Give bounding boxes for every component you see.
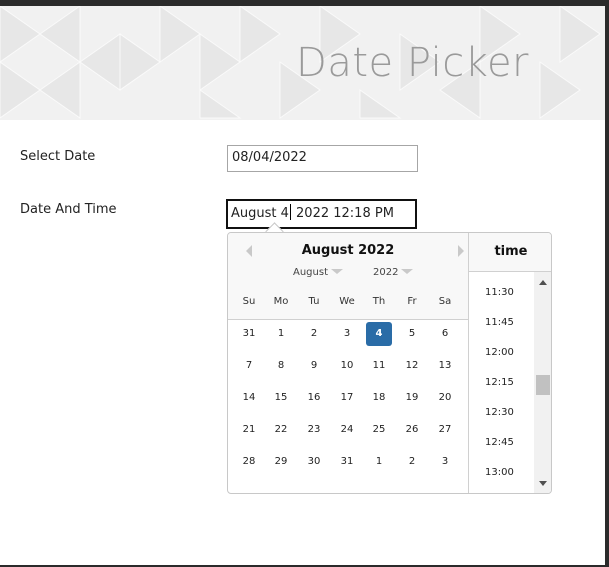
time-option[interactable]: 12:30 (485, 407, 514, 418)
calendar-day[interactable]: 18 (366, 386, 392, 410)
calendar-day[interactable]: 11 (366, 354, 392, 378)
calendar-day[interactable]: 31 (334, 450, 360, 474)
weekday-header: Mo (273, 296, 289, 307)
time-scrollbar[interactable] (534, 272, 551, 493)
calendar-day[interactable]: 12 (399, 354, 425, 378)
chevron-right-icon[interactable] (458, 245, 464, 257)
calendar-day[interactable]: 3 (432, 450, 458, 474)
calendar-day[interactable]: 2 (399, 450, 425, 474)
calendar-day[interactable]: 2 (301, 322, 327, 346)
time-option[interactable]: 12:45 (485, 437, 514, 448)
weekday-header: Fr (407, 296, 417, 307)
weekday-header: Su (242, 296, 256, 307)
weekday-header: Th (372, 296, 386, 307)
calendar-day[interactable]: 19 (399, 386, 425, 410)
time-option[interactable]: 13:00 (485, 467, 514, 478)
month-select-value: August (293, 267, 328, 278)
date-and-time-input[interactable]: August 4 2022 12:18 PM (226, 199, 417, 229)
header-banner: Date Picker (0, 6, 605, 120)
caret-down-icon (331, 269, 343, 274)
time-list: 11:30 11:45 12:00 12:15 12:30 12:45 13:0… (469, 272, 534, 493)
calendar-day[interactable]: 7 (236, 354, 262, 378)
time-option[interactable]: 11:45 (485, 317, 514, 328)
calendar-day[interactable]: 28 (236, 450, 262, 474)
calendar-day[interactable]: 22 (268, 418, 294, 442)
calendar-day[interactable]: 6 (432, 322, 458, 346)
weekday-header: We (339, 296, 355, 307)
calendar-month-title: August 2022 (301, 243, 395, 258)
weekday-header: Sa (438, 296, 452, 307)
input-text-before-caret: August 4 (231, 206, 289, 221)
year-select[interactable]: 2022 (373, 267, 414, 278)
calendar-day[interactable]: 9 (301, 354, 327, 378)
time-option[interactable]: 12:00 (485, 347, 514, 358)
calendar-day[interactable]: 26 (399, 418, 425, 442)
page-title: Date Picker (296, 40, 529, 86)
date-and-time-label: Date And Time (20, 202, 117, 217)
calendar-header: August 2022 August 2022 Su Mo Tu We Th F… (228, 233, 468, 320)
scrollbar-thumb[interactable] (536, 375, 550, 395)
time-option[interactable]: 12:15 (485, 377, 514, 388)
time-option[interactable]: 11:30 (485, 287, 514, 298)
month-select[interactable]: August (293, 267, 343, 278)
calendar-day[interactable]: 20 (432, 386, 458, 410)
calendar-day[interactable]: 3 (334, 322, 360, 346)
weekday-header: Tu (308, 296, 320, 307)
calendar-day[interactable]: 31 (236, 322, 262, 346)
calendar-day[interactable]: 5 (399, 322, 425, 346)
calendar-day[interactable]: 27 (432, 418, 458, 442)
calendar-day[interactable]: 13 (432, 354, 458, 378)
datetime-picker-popup: August 2022 August 2022 Su Mo Tu We Th F… (227, 232, 552, 494)
calendar-day[interactable]: 29 (268, 450, 294, 474)
scroll-down-arrow-icon[interactable] (539, 481, 547, 486)
calendar-day[interactable]: 15 (268, 386, 294, 410)
caret-down-icon (401, 269, 414, 274)
year-select-value: 2022 (373, 267, 399, 278)
calendar-day[interactable]: 24 (334, 418, 360, 442)
calendar-day[interactable]: 16 (301, 386, 327, 410)
time-header: time (469, 233, 551, 272)
calendar-day[interactable]: 23 (301, 418, 327, 442)
calendar-day[interactable]: 17 (334, 386, 360, 410)
calendar-day[interactable]: 10 (334, 354, 360, 378)
calendar-day[interactable]: 1 (268, 322, 294, 346)
calendar-day[interactable]: 25 (366, 418, 392, 442)
input-text-after-caret: 2022 12:18 PM (291, 206, 394, 221)
calendar-day[interactable]: 21 (236, 418, 262, 442)
calendar-day[interactable]: 8 (268, 354, 294, 378)
select-date-label: Select Date (20, 149, 96, 164)
calendar-day[interactable]: 1 (366, 450, 392, 474)
calendar-day[interactable]: 14 (236, 386, 262, 410)
scroll-up-arrow-icon[interactable] (539, 280, 547, 285)
calendar-day[interactable]: 30 (301, 450, 327, 474)
text-caret (289, 204, 291, 220)
calendar-day-selected[interactable]: 4 (366, 322, 392, 346)
select-date-input[interactable]: 08/04/2022 (227, 145, 418, 172)
